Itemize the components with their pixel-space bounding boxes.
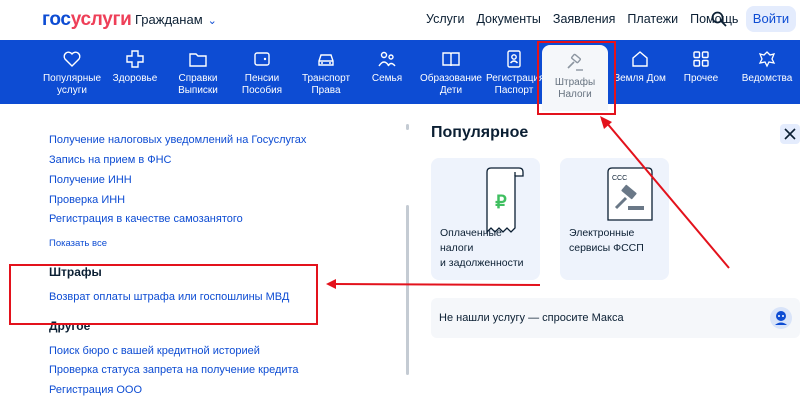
category-label: Прочее [683, 73, 719, 84]
svg-text:ССС: ССС [612, 175, 627, 182]
emblem-icon [758, 51, 776, 68]
scrollbar-thumb[interactable] [406, 205, 409, 375]
house-icon [632, 51, 648, 67]
car-icon [318, 54, 334, 66]
nav-services[interactable]: Услуги [426, 12, 464, 26]
top-nav: Услуги Документы Заявления Платежи Помощ… [426, 12, 750, 26]
wallet-icon [254, 52, 270, 66]
category-transport[interactable]: Транспорт Права [296, 40, 356, 104]
ask-max-text: Не нашли услугу — спросите Макса [439, 312, 624, 324]
passport-icon [507, 50, 521, 68]
scrollbar-top-marker [406, 124, 409, 130]
category-family[interactable]: Семья [364, 40, 410, 104]
annotation-box-refund-link [9, 264, 318, 325]
nav-documents[interactable]: Документы [476, 12, 540, 26]
heart-icon [63, 51, 81, 67]
category-label: Регистрация Паспорт [486, 73, 545, 96]
annotation-arrow-left [333, 283, 541, 286]
category-bar: Популярные услуги Здоровье Справки Выпис… [0, 40, 800, 111]
chevron-down-icon: ⌄ [207, 15, 217, 27]
folder-icon [189, 53, 207, 67]
link-tax-notifications[interactable]: Получение налоговых уведомлений на Госус… [49, 134, 306, 146]
arrowhead-up [600, 116, 612, 129]
category-label: Ведомства [741, 73, 793, 84]
document-gavel-icon: ССС [607, 167, 653, 221]
category-other[interactable]: Прочее [678, 40, 724, 104]
card-paid-taxes[interactable]: ₽ Оплаченные налоги и задолженности [431, 158, 540, 280]
link-credit-bureau[interactable]: Поиск бюро с вашей кредитной историей [49, 345, 260, 357]
login-button[interactable]: Войти [746, 6, 796, 32]
category-label: Семья [371, 73, 403, 84]
category-education[interactable]: Образование Дети [418, 40, 484, 104]
top-header: госуслуги Гражданам ⌄ Услуги Документы За… [0, 0, 800, 40]
category-agencies[interactable]: Ведомства [736, 40, 798, 104]
max-assistant-avatar[interactable] [770, 307, 792, 329]
link-fns-appointment[interactable]: Запись на прием в ФНС [49, 154, 172, 166]
nav-payments[interactable]: Платежи [627, 12, 678, 26]
grid-icon [693, 51, 709, 67]
category-label: Транспорт Права [301, 73, 351, 96]
category-registration[interactable]: Регистрация Паспорт [486, 40, 545, 104]
ask-max-box[interactable]: Не нашли услугу — спросите Макса [431, 298, 800, 338]
link-credit-ban-status[interactable]: Проверка статуса запрета на получение кр… [49, 364, 299, 376]
search-icon[interactable] [711, 11, 727, 27]
category-pensions[interactable]: Пенсии Пособия [234, 40, 290, 104]
category-health[interactable]: Здоровье [108, 40, 162, 104]
close-icon [784, 128, 796, 140]
category-label: Образование Дети [420, 73, 482, 96]
popular-heading: Популярное [431, 124, 529, 141]
logo-part2: услуги [70, 9, 132, 30]
logo-part1: гос [42, 9, 71, 30]
cross-icon [126, 50, 144, 68]
card-fssp-services[interactable]: ССС Электронные сервисы ФССП [560, 158, 669, 280]
robot-icon [771, 308, 791, 328]
category-label: Здоровье [112, 73, 158, 84]
category-popular[interactable]: Популярные услуги [40, 40, 104, 104]
link-self-employed[interactable]: Регистрация в качестве самозанятого [49, 213, 243, 225]
card-fssp-label: Электронные сервисы ФССП [569, 227, 644, 254]
category-label: Популярные услуги [42, 73, 102, 96]
audience-selector[interactable]: Гражданам ⌄ [135, 12, 217, 27]
category-label: Земля Дом [614, 73, 666, 84]
link-get-inn[interactable]: Получение ИНН [49, 174, 132, 186]
family-icon [378, 51, 396, 67]
category-label: Пенсии Пособия [241, 73, 283, 96]
audience-label: Гражданам [135, 12, 203, 27]
gosuslugi-logo[interactable]: госуслуги [42, 9, 132, 31]
arrowhead-left [326, 279, 336, 289]
category-label: Справки Выписки [178, 73, 218, 96]
category-certificates[interactable]: Справки Выписки [168, 40, 228, 104]
show-all-link[interactable]: Показать все [49, 238, 107, 249]
link-register-llc[interactable]: Регистрация ООО [49, 384, 142, 396]
annotation-box-fines-tab [537, 41, 616, 115]
category-land-house[interactable]: Земля Дом [612, 40, 668, 104]
link-check-inn[interactable]: Проверка ИНН [49, 194, 125, 206]
svg-text:₽: ₽ [495, 192, 507, 212]
book-icon [442, 52, 460, 67]
card-paid-taxes-label: Оплаченные налоги и задолженности [440, 227, 524, 269]
nav-applications[interactable]: Заявления [553, 12, 616, 26]
close-button[interactable] [780, 124, 800, 144]
